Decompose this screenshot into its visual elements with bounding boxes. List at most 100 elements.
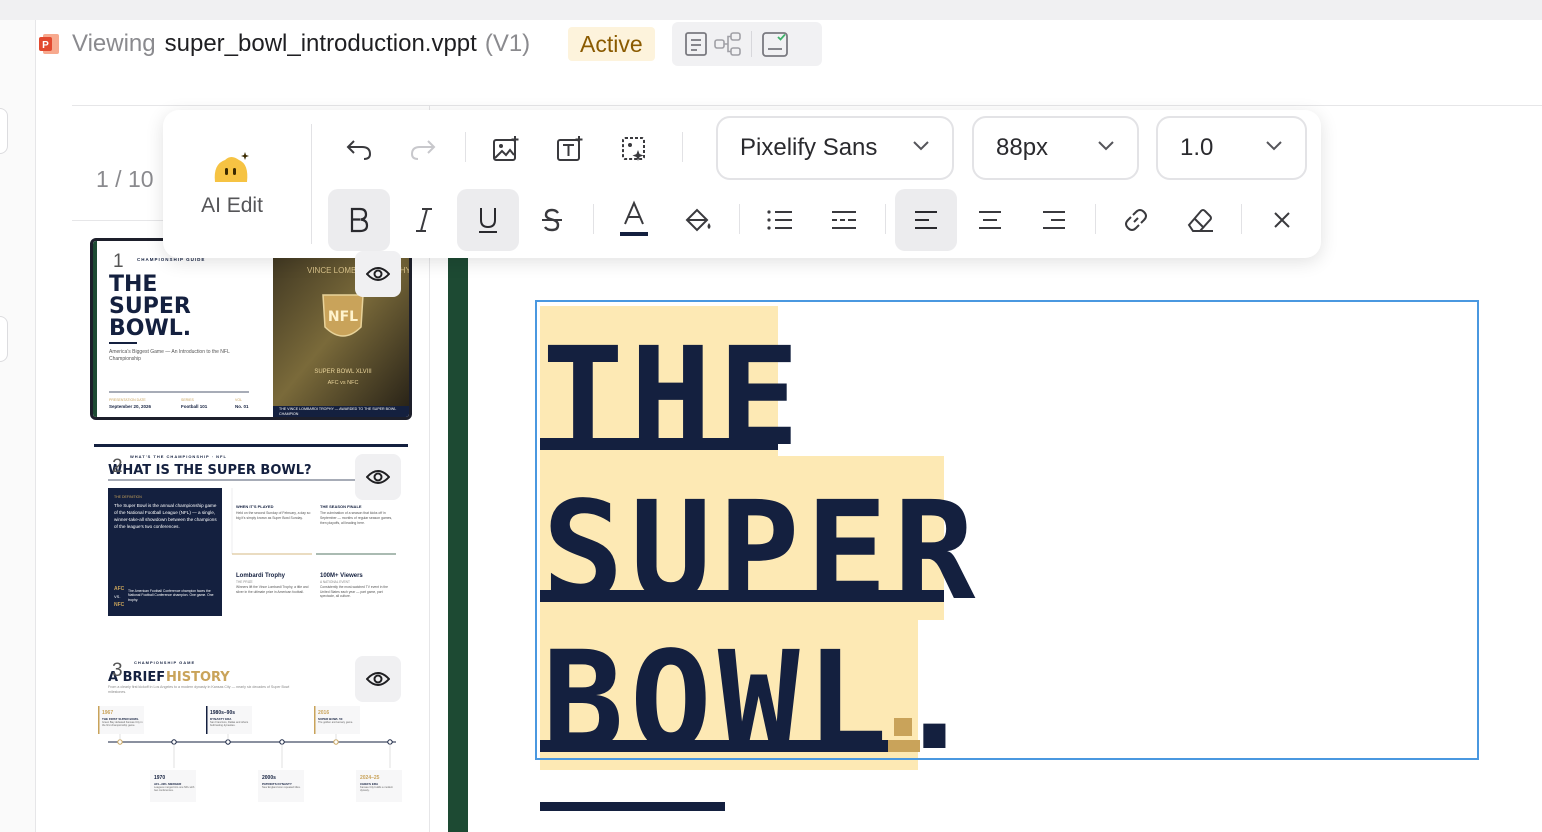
underline-button[interactable] — [457, 189, 519, 251]
slide-left-accent — [448, 258, 468, 832]
slide-thumbnail-1[interactable]: CHAMPIONSHIP GUIDE THE SUPER BOWL. Ameri… — [90, 238, 412, 420]
align-center-icon — [979, 211, 1001, 229]
svg-text:SERIES: SERIES — [181, 398, 195, 402]
eraser-icon — [1187, 209, 1213, 232]
toolbar-divider — [1241, 204, 1242, 234]
svg-text:A NATIONAL EVENT: A NATIONAL EVENT — [320, 580, 350, 584]
italic-button[interactable] — [393, 189, 455, 251]
align-left-icon — [915, 211, 937, 229]
svg-text:1970: 1970 — [154, 775, 165, 781]
bullet-list-icon — [767, 210, 792, 230]
insert-image-icon[interactable] — [484, 127, 528, 171]
eye-icon[interactable] — [355, 454, 401, 500]
toolbar-divider — [593, 204, 594, 234]
rail-handle[interactable] — [0, 108, 8, 154]
strikethrough-icon — [542, 208, 562, 232]
link-icon — [1125, 209, 1147, 231]
eye-icon[interactable] — [355, 656, 401, 702]
checklist-icon[interactable] — [759, 28, 791, 60]
document-icon[interactable] — [680, 28, 712, 60]
filename: super_bowl_introduction.vppt — [164, 30, 477, 57]
insert-text-icon[interactable] — [548, 127, 592, 171]
svg-text:AFC vs NFC: AFC vs NFC — [328, 380, 359, 386]
toolbar-divider — [682, 132, 683, 162]
redo-icon[interactable] — [401, 127, 445, 171]
svg-text:HISTORY: HISTORY — [166, 670, 230, 685]
link-button[interactable] — [1105, 189, 1167, 251]
svg-text:WHEN IT'S PLAYED: WHEN IT'S PLAYED — [236, 504, 274, 509]
svg-text:2016: 2016 — [318, 710, 329, 716]
top-strip — [0, 0, 1542, 20]
svg-text:CHAMPIONSHIP GAME: CHAMPIONSHIP GAME — [134, 660, 195, 665]
toolbar-divider — [465, 132, 466, 162]
font-family-select[interactable]: Pixelify Sans — [716, 116, 954, 180]
highlight-color-button[interactable] — [667, 189, 729, 251]
ai-edit-button[interactable]: AI Edit — [163, 110, 311, 258]
font-size-select[interactable]: 88px — [972, 116, 1139, 180]
slide-number: 2 — [112, 456, 123, 477]
text-color-icon — [620, 200, 648, 236]
nfl-shield-text: NFL — [328, 309, 358, 325]
slide-thumbnail-2[interactable]: WHAT'S THE CHAMPIONSHIP · NFL WHAT IS TH… — [90, 444, 412, 626]
version-label: (V1) — [484, 30, 531, 57]
font-family-value: Pixelify Sans — [740, 134, 878, 161]
svg-text:THE SEASON FINALE: THE SEASON FINALE — [320, 504, 362, 509]
svg-text:2000s: 2000s — [262, 775, 276, 781]
italic-icon — [416, 208, 432, 232]
strikethrough-button[interactable] — [521, 189, 583, 251]
app-window: P Viewing super_bowl_introduction.vppt (… — [0, 0, 1542, 832]
line-height-select[interactable]: 1.0 — [1156, 116, 1307, 180]
svg-text:Lombardi Trophy: Lombardi Trophy — [236, 573, 286, 579]
slide-1-title-line-3: BOWL. — [109, 316, 191, 341]
ai-sparkle-icon — [214, 152, 249, 182]
svg-text:NFC: NFC — [114, 602, 125, 608]
document-title: Viewing super_bowl_introduction.vppt (V1… — [72, 30, 530, 58]
align-left-button[interactable] — [895, 189, 957, 251]
svg-text:1967: 1967 — [102, 710, 113, 716]
chevron-down-icon — [913, 141, 929, 151]
svg-text:2024–25: 2024–25 — [360, 775, 380, 781]
line-height-value: 1.0 — [1180, 134, 1214, 161]
svg-text:P: P — [42, 40, 49, 51]
left-rail — [0, 20, 36, 832]
toolbar-divider — [751, 31, 752, 57]
ai-image-icon[interactable] — [612, 127, 656, 171]
svg-text:THE PRIZE: THE PRIZE — [236, 580, 253, 584]
align-right-button[interactable] — [1023, 189, 1085, 251]
slide-number: 1 — [113, 251, 124, 272]
chevron-down-icon — [1266, 141, 1282, 151]
align-center-button[interactable] — [959, 189, 1021, 251]
slide-2-title: WHAT IS THE SUPER BOWL? — [108, 463, 312, 478]
numbered-list-button[interactable] — [813, 189, 875, 251]
rail-handle-active[interactable] — [0, 316, 8, 362]
viewing-label: Viewing — [72, 30, 156, 57]
clear-format-button[interactable] — [1169, 189, 1231, 251]
formatting-toolbar: AI Edit Pixelify Sans 88px 1.0 — [163, 110, 1321, 258]
bullet-list-button[interactable] — [749, 189, 811, 251]
flow-icon[interactable] — [712, 28, 744, 60]
align-right-icon — [1043, 211, 1065, 229]
text-color-button[interactable] — [603, 189, 665, 251]
underline-icon — [479, 208, 497, 233]
ai-edit-label: AI Edit — [201, 194, 263, 217]
bold-button[interactable] — [328, 189, 390, 251]
page-indicator: 1 / 10 — [96, 166, 154, 192]
svg-text:PRESENTATION DATE: PRESENTATION DATE — [109, 398, 146, 402]
slide-thumbnail-3[interactable]: CHAMPIONSHIP GAME A BRIEF HISTORY From a… — [90, 650, 412, 832]
numbered-list-icon — [832, 211, 856, 229]
bold-icon — [350, 207, 369, 233]
text-selection-box[interactable] — [535, 300, 1479, 760]
paint-bucket-icon — [685, 208, 711, 232]
svg-text:VOL: VOL — [235, 398, 242, 402]
close-toolbar-button[interactable] — [1251, 189, 1313, 251]
chevron-down-icon — [1098, 141, 1114, 151]
powerpoint-icon: P — [39, 34, 59, 54]
undo-icon[interactable] — [337, 127, 381, 171]
toolbar-divider — [739, 204, 740, 234]
eye-icon[interactable] — [355, 251, 401, 297]
svg-text:THE DEFINITION: THE DEFINITION — [114, 495, 142, 499]
svg-text:SUPER BOWL XLVIII: SUPER BOWL XLVIII — [314, 369, 372, 375]
svg-text:VS.: VS. — [114, 594, 120, 599]
svg-text:No. 01: No. 01 — [235, 404, 249, 409]
svg-text:Football 101: Football 101 — [181, 404, 208, 409]
